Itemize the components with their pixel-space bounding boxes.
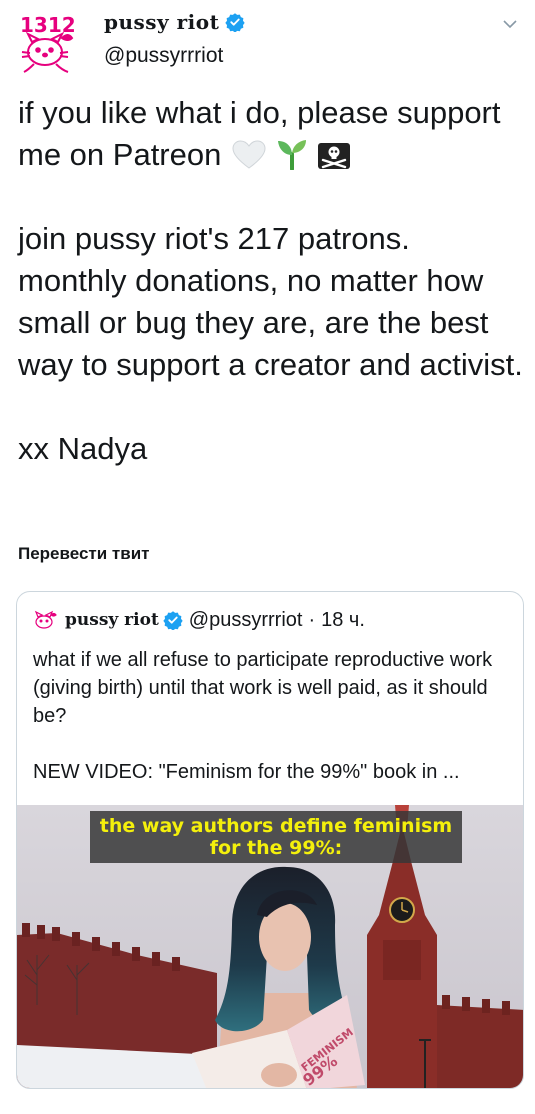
separator: · — [308, 608, 316, 631]
quoted-timestamp: 18 ч. — [321, 608, 365, 631]
quoted-tweet-text: what if we all refuse to participate rep… — [33, 646, 513, 786]
tweet-text: if you like what i do, please support me… — [18, 92, 523, 470]
quoted-tweet-card[interactable]: pussy riot @pussyrrriot · 18 ч. what if … — [16, 591, 524, 1089]
quoted-paragraph-2: NEW VIDEO: "Feminism for the 99%" book i… — [33, 761, 460, 783]
avatar[interactable]: 1312 — [18, 12, 82, 74]
translate-tweet-link[interactable]: Перевести твит — [18, 544, 149, 564]
quoted-display-name: pussy riot — [65, 610, 159, 630]
seedling-emoji — [277, 140, 306, 170]
white-heart-emoji — [232, 140, 266, 169]
display-name-row[interactable]: pussy riot — [104, 10, 246, 34]
chevron-down-icon[interactable] — [502, 16, 518, 32]
quoted-tweet-header: pussy riot @pussyrrriot · 18 ч. — [33, 608, 365, 632]
verified-badge-icon — [225, 13, 246, 32]
pirate-flag-emoji — [318, 143, 351, 169]
tweet-signature: xx Nadya — [18, 431, 148, 466]
quoted-avatar — [33, 608, 57, 632]
verified-badge-icon — [163, 611, 183, 630]
quoted-handle: @pussyrrriot — [188, 608, 303, 631]
tweet-paragraph-1: if you like what i do, please support me… — [18, 92, 523, 176]
tweet-paragraph-2: join pussy riot's 217 patrons. monthly d… — [18, 221, 523, 382]
video-caption: the way authors define feminism for the … — [90, 811, 462, 863]
display-name[interactable]: pussy riot — [104, 10, 219, 34]
handle[interactable]: @pussyrrriot — [104, 44, 223, 68]
quoted-paragraph-1: what if we all refuse to participate rep… — [33, 649, 493, 727]
tweet-header: 1312 pussy riot @pussyrrriot — [18, 10, 518, 74]
video-thumbnail[interactable]: FEMINISM 99% the way authors define femi… — [17, 805, 523, 1088]
